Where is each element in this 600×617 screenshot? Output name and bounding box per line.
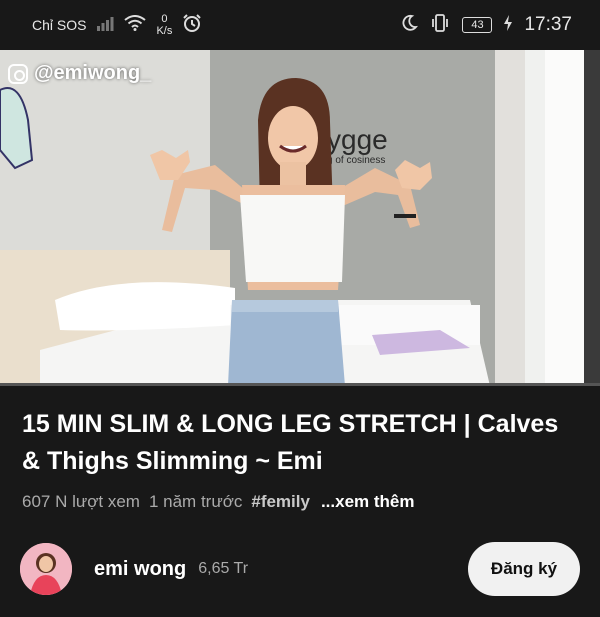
wall-sign-text: ygge	[327, 124, 388, 155]
video-frame: ygge g of cosiness	[0, 50, 600, 386]
network-speed: 0 K/s	[156, 13, 172, 37]
upload-age: 1 năm trước	[148, 492, 243, 511]
video-player[interactable]: ygge g of cosiness @emiwong_	[0, 50, 600, 386]
wifi-icon	[124, 15, 147, 35]
moon-icon	[400, 14, 419, 37]
video-title[interactable]: 15 MIN SLIM & LONG LEG STRETCH | Calves …	[22, 406, 582, 480]
channel-row: emi wong 6,65 Tr Đăng ký	[20, 542, 580, 596]
subscriber-count: 6,65 Tr	[198, 560, 249, 577]
wall-sign-subtext: g of cosiness	[327, 155, 385, 166]
hashtag-link[interactable]: #femily	[251, 492, 310, 512]
net-speed-value: 0	[161, 13, 168, 25]
carrier-label: Chỉ SOS	[32, 17, 87, 33]
charging-icon	[504, 14, 513, 36]
net-speed-unit: K/s	[156, 25, 173, 37]
clock: 17:37	[524, 14, 572, 35]
video-metadata[interactable]: 607 N lượt xem 1 năm trước #femily ...xe…	[22, 492, 415, 512]
signal-icon	[96, 15, 114, 35]
vibrate-icon	[430, 13, 450, 37]
subscribe-button[interactable]: Đăng ký	[468, 542, 580, 596]
view-count: 607 N lượt xem	[22, 492, 140, 511]
watermark-handle: @emiwong_	[34, 62, 152, 84]
battery-indicator: 43	[462, 17, 493, 33]
channel-watermark: @emiwong_	[8, 62, 151, 85]
instagram-icon	[8, 63, 28, 84]
channel-name[interactable]: emi wong	[94, 558, 186, 581]
show-more-link[interactable]: ...xem thêm	[321, 492, 415, 512]
channel-avatar[interactable]	[20, 543, 72, 595]
status-bar: Chỉ SOS 0 K/s 43 17:37	[0, 0, 600, 50]
video-progress-bar[interactable]	[0, 383, 600, 386]
alarm-icon	[182, 13, 202, 37]
